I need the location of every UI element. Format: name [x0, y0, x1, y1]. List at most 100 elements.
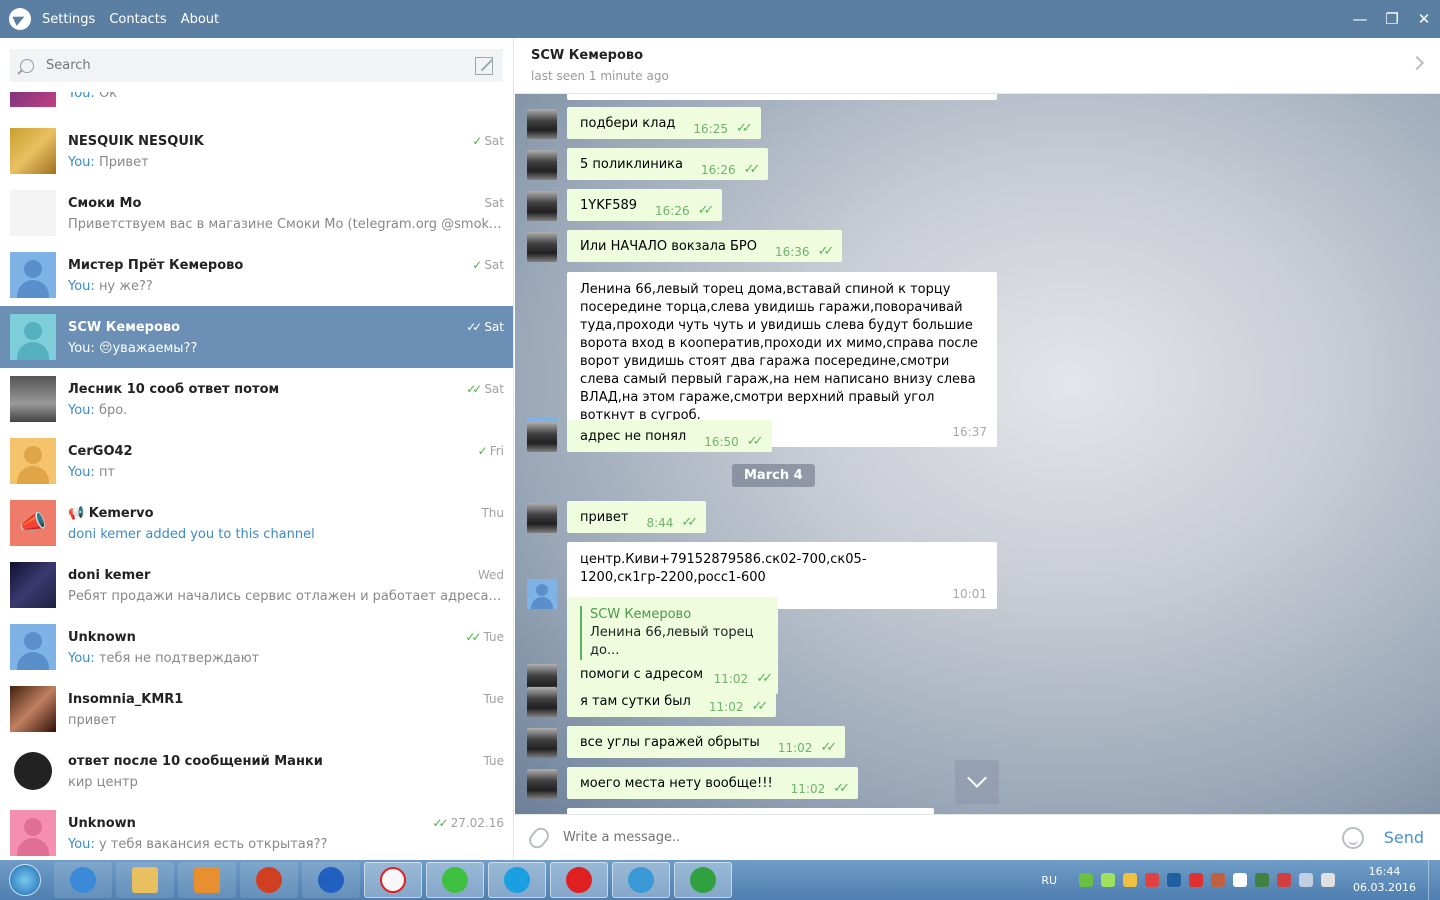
language-indicator[interactable]: RU [1041, 874, 1057, 887]
taskbar-opera[interactable] [550, 862, 608, 898]
tray-icon[interactable] [1079, 873, 1094, 887]
send-button[interactable]: Send [1384, 828, 1424, 847]
read-check-icon: ✓ [472, 134, 482, 148]
message-input[interactable] [563, 830, 1342, 845]
taskbar-game[interactable] [240, 862, 298, 898]
dialog-name: 📢 Kemervo [68, 505, 154, 521]
message-text: подбери клад [580, 116, 676, 131]
system-tray: RU 16:44 06.03.2016 [1041, 860, 1440, 900]
message-bubble[interactable]: подбери клад 16:25 ✓✓ [567, 107, 761, 139]
message-text: я там сутки был [580, 694, 691, 709]
search-input[interactable] [46, 58, 475, 73]
message-bubble[interactable]: Или НАЧАЛО вокзала БРО 16:36 ✓✓ [567, 230, 843, 262]
vk-icon[interactable] [1167, 873, 1182, 887]
show-desktop-button[interactable] [1428, 860, 1440, 900]
you-label: You: [68, 341, 95, 356]
double-check-icon: ✓✓ [746, 434, 764, 449]
globe-icon [690, 867, 716, 893]
taskbar-globe[interactable] [674, 862, 732, 898]
dialog-preview: ну же?? [98, 279, 153, 294]
message-time: 8:44 [646, 515, 674, 530]
dialog-preview: 😔уважаемы?? [98, 341, 198, 356]
dialog-item[interactable]: Смоки Мо Sat Приветствуем вас в магазине … [0, 182, 513, 244]
windows-flag-icon[interactable] [1233, 873, 1248, 887]
message-row: привет 8:44 ✓✓ [527, 501, 707, 533]
folder-icon [132, 867, 158, 893]
tray-icon[interactable] [1255, 873, 1270, 887]
dialog-item[interactable]: Unknown ✓✓ Tue You: тебя не подтверждают [0, 616, 513, 678]
volume-icon[interactable] [1321, 873, 1336, 887]
taskbar-explorer[interactable] [116, 862, 174, 898]
avatar [527, 109, 557, 139]
compose-icon[interactable] [475, 56, 493, 75]
menu-settings[interactable]: Settings [42, 12, 95, 27]
double-check-icon: ✓✓ [736, 121, 753, 136]
taskbar-media[interactable] [178, 862, 236, 898]
tray-icon[interactable] [1211, 873, 1226, 887]
start-button[interactable] [0, 861, 50, 899]
message-time: 11:02 [708, 699, 744, 714]
dialog-item[interactable]: ответ после 10 сообщений Манки Tue кир це… [0, 740, 513, 802]
message-row: я там сутки был 11:02 ✓✓ [527, 685, 777, 717]
scroll-down-button[interactable] [955, 760, 999, 804]
you-label: You: [68, 403, 95, 418]
message-bubble[interactable]: я там сутки был 11:02 ✓✓ [567, 685, 777, 717]
close-icon[interactable]: ✕ [1408, 0, 1440, 38]
channel-icon: 📢 [68, 505, 89, 521]
double-check-icon: ✓✓ [681, 515, 698, 530]
taskbar-yandex[interactable] [364, 862, 422, 898]
avatar [527, 191, 557, 221]
game-icon [256, 867, 282, 893]
clock[interactable]: 16:44 06.03.2016 [1353, 864, 1416, 896]
taskbar-ie[interactable] [54, 862, 112, 898]
avatar [10, 438, 56, 484]
taskbar-telegram[interactable] [612, 862, 670, 898]
tray-icon[interactable] [1101, 873, 1116, 887]
message-text: 1YKF589 [580, 198, 638, 213]
chat-header[interactable]: SCW Кемерово last seen 1 minute ago [515, 38, 1440, 94]
dialog-name: SCW Кемерово [68, 319, 181, 335]
emoji-icon[interactable] [1341, 826, 1364, 849]
dialog-item[interactable]: CerGO42 ✓ Fri You: пт [0, 430, 513, 492]
message-bubble[interactable]: все углы гаражей обрыты 11:02 ✓✓ [567, 726, 846, 758]
message-history[interactable]: подбери клад 16:25 ✓✓ 5 поликлиника 16:26 ✓✓… [515, 94, 1440, 814]
message-bubble[interactable]: привет 8:44 ✓✓ [567, 501, 707, 533]
avatar [527, 769, 557, 799]
windows-taskbar: RU 16:44 06.03.2016 [0, 860, 1440, 900]
minimize-icon[interactable]: — [1344, 0, 1376, 38]
dialog-item[interactable]: Мистер Прёт Кемерово ✓ Sat You: ну же?? [0, 244, 513, 306]
message-bubble[interactable]: 5 поликлиника 16:26 ✓✓ [567, 148, 769, 180]
dialog-item[interactable]: NESQUIK NESQUIK ✓ Sat You: Привет [0, 120, 513, 182]
skype-icon [504, 867, 530, 893]
message-bubble[interactable]: SCW Кемерово Ленина 66,левый торец до...… [567, 597, 778, 694]
tray-icons [1075, 873, 1339, 887]
message-bubble[interactable]: моего места нету вообще!!! 11:02 ✓✓ [567, 767, 859, 799]
network-icon[interactable] [1299, 873, 1314, 887]
dialog-item[interactable]: Insomnia_KMR1 Tue привет [0, 678, 513, 740]
tray-icon[interactable] [1123, 873, 1138, 887]
dialog-item[interactable]: doni kemer Wed Ребят продажи начались сер… [0, 554, 513, 616]
avatar: 📣 [10, 500, 56, 546]
maximize-icon[interactable]: ❐ [1376, 0, 1408, 38]
dialog-item[interactable]: Лесник 10 сооб ответ потом ✓✓ Sat You: бро… [0, 368, 513, 430]
message-bubble[interactable]: адрес не понял 16:50 ✓✓ [567, 420, 772, 452]
read-check-icon: ✓ [472, 258, 482, 272]
menu-contacts[interactable]: Contacts [109, 12, 166, 27]
tray-icon[interactable] [1189, 873, 1204, 887]
menu-about[interactable]: About [181, 12, 219, 27]
dialog-item-active[interactable]: SCW Кемерово ✓✓ Sat You: 😔уважаемы?? [0, 306, 513, 368]
reply-quote[interactable]: SCW Кемерово Ленина 66,левый торец до... [580, 606, 765, 660]
dialog-item[interactable]: Unknown ✓✓ 27.02.16 You: у тебя вакансия е… [0, 802, 513, 860]
message-time: 16:37 [952, 425, 987, 439]
dialog-item[interactable]: 📣 📢 Kemervo Thu doni kemer added you to t… [0, 492, 513, 554]
tray-icon[interactable] [1145, 873, 1160, 887]
taskbar-icq[interactable] [426, 862, 484, 898]
taskbar-skype[interactable] [488, 862, 546, 898]
tray-icon[interactable] [1277, 873, 1292, 887]
taskbar-app[interactable] [302, 862, 360, 898]
message-row: 5 поликлиника 16:26 ✓✓ [527, 148, 769, 180]
attach-icon[interactable] [525, 823, 553, 852]
avatar [10, 624, 56, 670]
media-player-icon [194, 867, 220, 893]
message-bubble[interactable]: 1YKF589 16:26 ✓✓ [567, 189, 723, 221]
